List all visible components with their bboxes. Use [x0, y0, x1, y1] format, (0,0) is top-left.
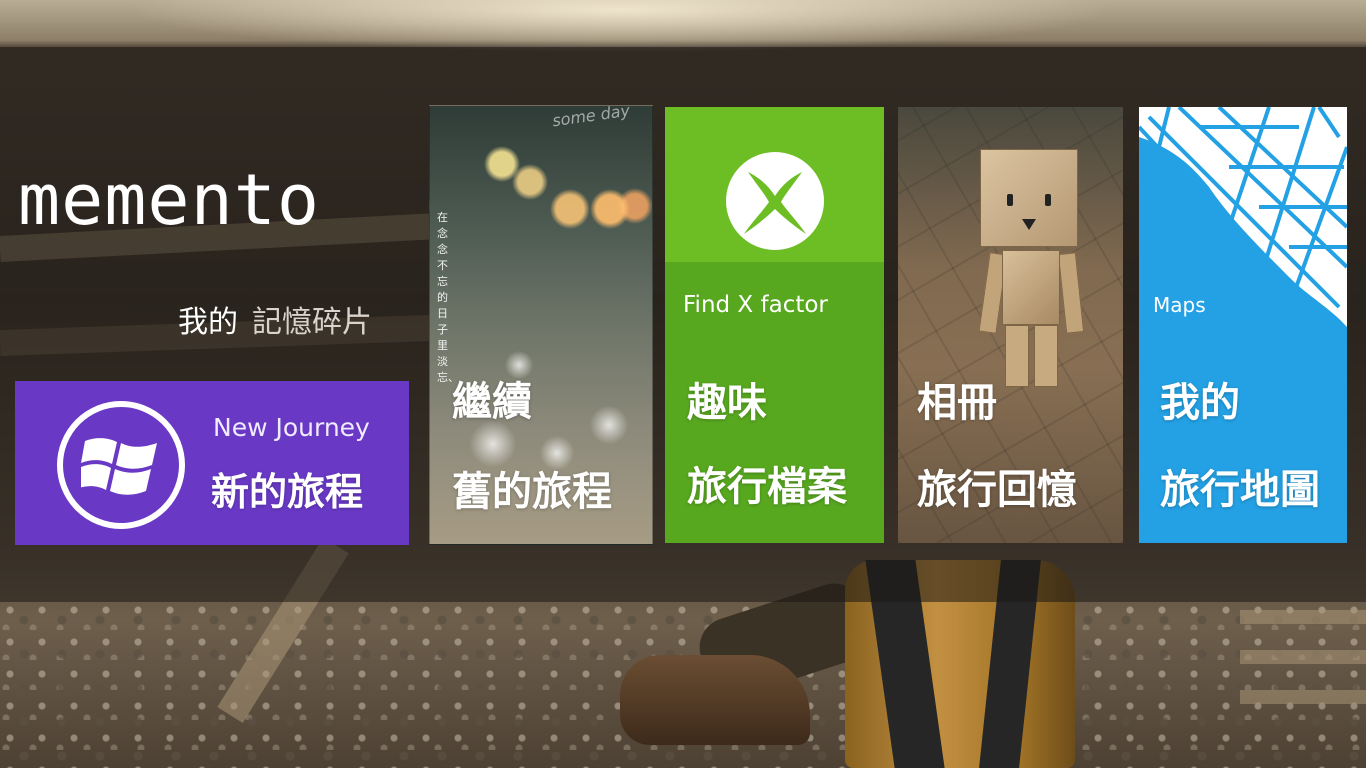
subtitle-part-a: 我的 — [178, 305, 238, 340]
dandelion-decor — [470, 421, 516, 467]
subtitle-part-b: 記憶碎片 — [252, 305, 372, 340]
danbo-figure-leg — [1005, 325, 1029, 387]
album-label-line1: 相冊 — [917, 380, 997, 426]
danbo-figure-leg — [1034, 325, 1058, 387]
danbo-figure-body — [1002, 250, 1060, 325]
fun-small-label: Find X factor — [683, 292, 828, 318]
album-label-line2: 旅行回憶 — [917, 467, 1077, 513]
xbox-icon — [726, 152, 824, 250]
dandelion-decor — [540, 436, 574, 470]
new-journey-tile[interactable]: New Journey 新的旅程 — [15, 381, 409, 545]
maps-label-line1: 我的 — [1160, 380, 1240, 426]
continue-label-line1: 繼續 — [452, 379, 532, 425]
new-journey-label: 新的旅程 — [211, 470, 364, 514]
vertical-poem-text: 在念念不忘的日子里淡忘、 — [437, 211, 459, 384]
app-title: memento — [18, 159, 321, 241]
my-travel-map-tile[interactable]: Maps 我的 旅行地圖 — [1139, 107, 1347, 543]
continue-journey-tile[interactable]: some day 在念念不忘的日子里淡忘、 繼續 舊的旅程 — [429, 105, 653, 545]
rail-track — [1240, 610, 1366, 624]
continue-label-line2: 舊的旅程 — [452, 469, 612, 515]
rail-track — [1240, 690, 1366, 704]
maps-label-line2: 旅行地圖 — [1160, 467, 1320, 513]
dandelion-decor — [590, 406, 628, 444]
fun-travel-file-tile[interactable]: Find X factor 趣味 旅行檔案 — [665, 107, 884, 543]
new-journey-small-label: New Journey — [213, 413, 370, 442]
rail-track — [1240, 650, 1366, 664]
app-subtitle: 我的 記憶碎片 — [178, 303, 372, 343]
corner-script-text: some day — [551, 105, 632, 131]
dandelion-decor — [505, 351, 533, 379]
fun-label-line2: 旅行檔案 — [687, 464, 847, 510]
danbo-figure-head — [980, 149, 1078, 247]
maps-small-label: Maps — [1153, 293, 1206, 317]
windows-logo-icon — [57, 401, 185, 529]
travel-album-tile[interactable]: 相冊 旅行回憶 — [898, 107, 1123, 543]
fun-label-line1: 趣味 — [687, 380, 767, 426]
traveler-boot — [620, 655, 810, 745]
danbo-figure-arm — [1057, 252, 1085, 334]
